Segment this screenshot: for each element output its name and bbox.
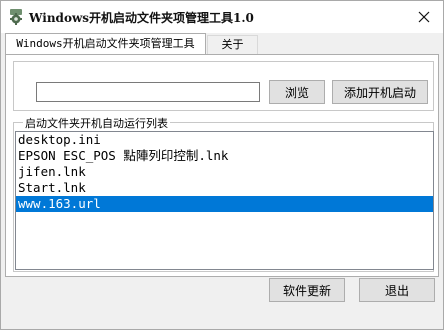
app-window: Windows开机启动文件夹项管理工具1.0 Windows开机启动文件夹项管理… bbox=[0, 0, 444, 330]
add-startup-group: 浏览 添加开机启动 bbox=[13, 61, 434, 111]
startup-listbox[interactable]: desktop.ini EPSON ESC_POS 點陣列印控制.lnk jif… bbox=[15, 131, 434, 270]
startup-list-group: 启动文件夹开机自动运行列表 desktop.ini EPSON ESC_POS … bbox=[13, 115, 434, 272]
tab-main[interactable]: Windows开机启动文件夹项管理工具 bbox=[5, 33, 206, 54]
add-startup-button[interactable]: 添加开机启动 bbox=[332, 80, 428, 104]
list-item[interactable]: EPSON ESC_POS 點陣列印控制.lnk bbox=[16, 148, 433, 164]
tab-about[interactable]: 关于 bbox=[207, 35, 258, 54]
list-item[interactable]: jifen.lnk bbox=[16, 164, 433, 180]
close-icon bbox=[418, 11, 430, 23]
list-item-selected[interactable]: www.163.url bbox=[16, 196, 433, 212]
exit-button[interactable]: 退出 bbox=[359, 278, 435, 302]
list-item[interactable]: Start.lnk bbox=[16, 180, 433, 196]
browse-button[interactable]: 浏览 bbox=[269, 80, 325, 104]
tab-strip: Windows开机启动文件夹项管理工具 关于 bbox=[1, 33, 443, 55]
list-item[interactable]: desktop.ini bbox=[16, 132, 433, 148]
gear-icon bbox=[10, 9, 22, 25]
update-button[interactable]: 软件更新 bbox=[269, 278, 345, 302]
group-caption: 启动文件夹开机自动运行列表 bbox=[23, 115, 170, 131]
window-title: Windows开机启动文件夹项管理工具1.0 bbox=[29, 11, 254, 25]
close-button[interactable] bbox=[413, 7, 435, 27]
path-input[interactable] bbox=[36, 82, 260, 102]
title-bar[interactable]: Windows开机启动文件夹项管理工具1.0 bbox=[1, 1, 443, 33]
tab-panel: 浏览 添加开机启动 启动文件夹开机自动运行列表 desktop.ini EPSO… bbox=[5, 54, 439, 277]
